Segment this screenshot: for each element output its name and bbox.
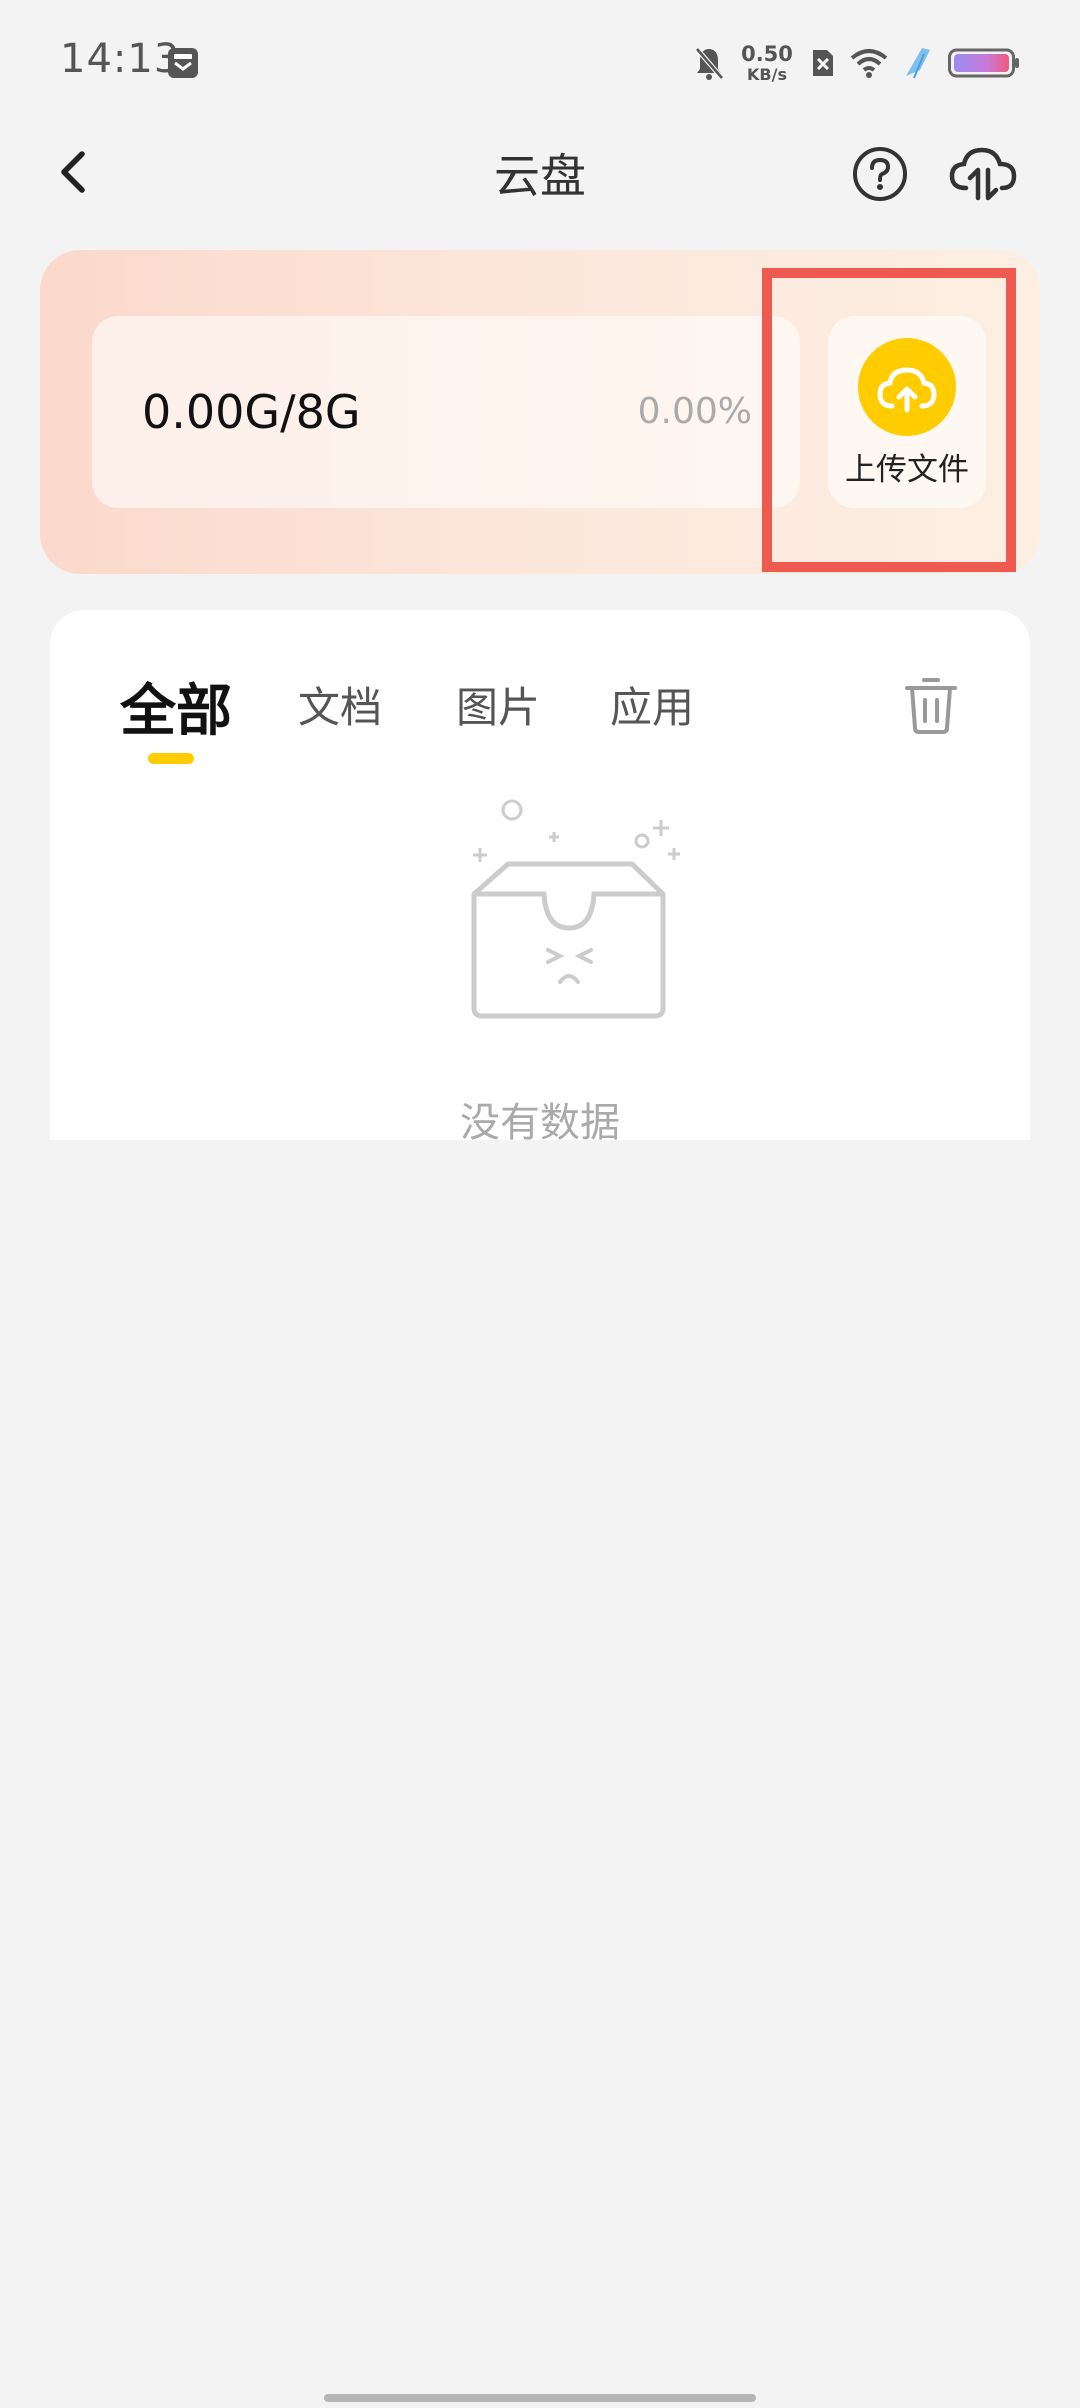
sim-off-icon: [813, 50, 833, 76]
bell-muted-icon: [695, 47, 724, 80]
wifi-icon: [850, 49, 888, 78]
active-tab-indicator: [148, 753, 194, 764]
app-notification-icon: [168, 48, 198, 78]
status-time: 14:13: [60, 36, 181, 82]
tab-all[interactable]: 全部: [120, 666, 232, 747]
network-speed-unit: KB/s: [747, 64, 787, 84]
cloud-drive-screen: 14:13 0.50 KB/s 云盘 0.00G/8G 0.00% 上传文件 全…: [0, 0, 1080, 2408]
empty-state-text: 没有数据: [460, 1100, 620, 1146]
back-button[interactable]: [48, 142, 98, 202]
status-icons: 0.50 KB/s: [680, 40, 1020, 86]
help-button[interactable]: [852, 146, 908, 202]
storage-usage-panel: 0.00G/8G 0.00%: [92, 316, 800, 508]
network-speed-value: 0.50: [741, 41, 793, 66]
storage-used-label: 0.00G/8G: [142, 385, 361, 439]
charging-bolt-icon: [906, 48, 930, 79]
status-bar: 14:13 0.50 KB/s: [0, 0, 1080, 130]
storage-percent-label: 0.00%: [637, 391, 752, 432]
tab-apps[interactable]: 应用: [610, 674, 694, 735]
network-speed: 0.50 KB/s: [738, 41, 796, 84]
tab-images[interactable]: 图片: [456, 674, 540, 735]
tab-documents[interactable]: 文档: [298, 674, 382, 735]
file-list-panel: 全部 文档 图片 应用 没有数据: [50, 610, 1030, 1146]
highlight-box: [762, 268, 1016, 572]
cloud-transfer-button[interactable]: [948, 144, 1018, 204]
trash-button[interactable]: [902, 672, 960, 736]
battery-icon: [948, 48, 1019, 78]
home-indicator[interactable]: [324, 2394, 756, 2402]
empty-box-icon: [471, 799, 680, 1019]
page-title: 云盘: [494, 149, 586, 203]
